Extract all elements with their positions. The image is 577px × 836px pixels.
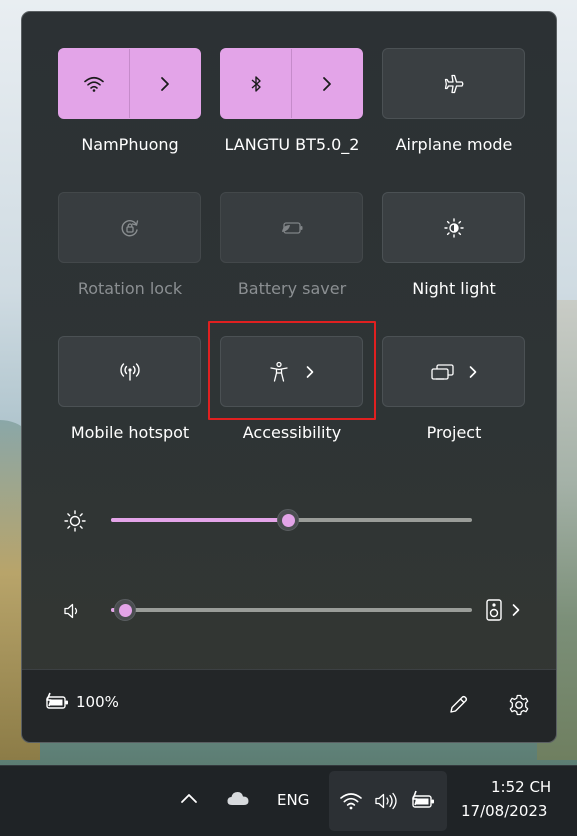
wifi-tile[interactable] [58, 48, 201, 119]
speaker-icon [374, 792, 400, 810]
chevron-right-icon [322, 76, 332, 92]
quick-settings-footer: 100% [22, 669, 556, 742]
airplane-mode-tile[interactable] [382, 48, 525, 119]
hotspot-icon [119, 362, 141, 382]
night-light-tile[interactable] [382, 192, 525, 263]
chevron-right-icon [468, 365, 478, 379]
mobile-hotspot-tile[interactable] [58, 336, 201, 407]
rotation-lock-label: Rotation lock [77, 279, 183, 298]
chevron-right-icon [511, 603, 521, 617]
wifi-label: NamPhuong [81, 135, 179, 154]
audio-output-icon [485, 598, 503, 622]
project-label: Project [426, 423, 482, 442]
bluetooth-icon [250, 75, 262, 93]
language-indicator[interactable]: ENG [277, 791, 309, 809]
night-light-label: Night light [412, 279, 496, 298]
battery-status[interactable]: 100% [44, 692, 119, 712]
rotation-lock-icon [119, 217, 141, 239]
battery-charging-icon [409, 790, 437, 812]
speaker-icon[interactable] [62, 601, 82, 621]
airplane-icon [443, 73, 465, 95]
accessibility-label: Accessibility [242, 423, 342, 442]
taskbar-clock-date[interactable]: 17/08/2023 [461, 802, 547, 820]
battery-percentage: 100% [76, 693, 119, 711]
taskbar-clock-time[interactable]: 1:52 CH [491, 778, 551, 796]
pencil-icon[interactable] [447, 694, 469, 716]
brightness-slider-fill [111, 518, 288, 522]
bluetooth-toggle[interactable] [221, 49, 291, 118]
brightness-slider-thumb[interactable] [277, 509, 299, 531]
night-light-icon [443, 217, 465, 239]
project-tile[interactable] [382, 336, 525, 407]
cloud-icon[interactable] [226, 790, 250, 806]
battery-charging-icon [44, 692, 70, 712]
volume-slider-thumb[interactable] [114, 599, 136, 621]
volume-slider[interactable] [111, 599, 472, 621]
wifi-toggle[interactable] [59, 49, 129, 118]
wifi-more-button[interactable] [130, 49, 200, 118]
wifi-icon [84, 76, 104, 92]
taskbar: ENG 1:52 CH 17/08/2023 [0, 765, 577, 836]
battery-saver-label: Battery saver [237, 279, 347, 298]
chevron-right-icon [160, 76, 170, 92]
airplane-mode-label: Airplane mode [395, 135, 513, 154]
gear-icon[interactable] [507, 693, 531, 717]
battery-saver-icon [280, 220, 304, 236]
brightness-icon [63, 509, 87, 533]
system-tray-group[interactable] [329, 771, 447, 831]
mobile-hotspot-label: Mobile hotspot [70, 423, 190, 442]
bluetooth-more-button[interactable] [292, 49, 362, 118]
project-icon [430, 363, 456, 381]
rotation-lock-tile[interactable] [58, 192, 201, 263]
wifi-icon [340, 792, 362, 810]
accessibility-highlight-box [208, 321, 376, 420]
brightness-slider[interactable] [111, 509, 472, 531]
bluetooth-label: LANGTU BT5.0_2 [224, 135, 360, 154]
audio-output-button[interactable] [485, 598, 521, 622]
chevron-up-icon[interactable] [180, 792, 198, 804]
bluetooth-tile[interactable] [220, 48, 363, 119]
battery-saver-tile[interactable] [220, 192, 363, 263]
